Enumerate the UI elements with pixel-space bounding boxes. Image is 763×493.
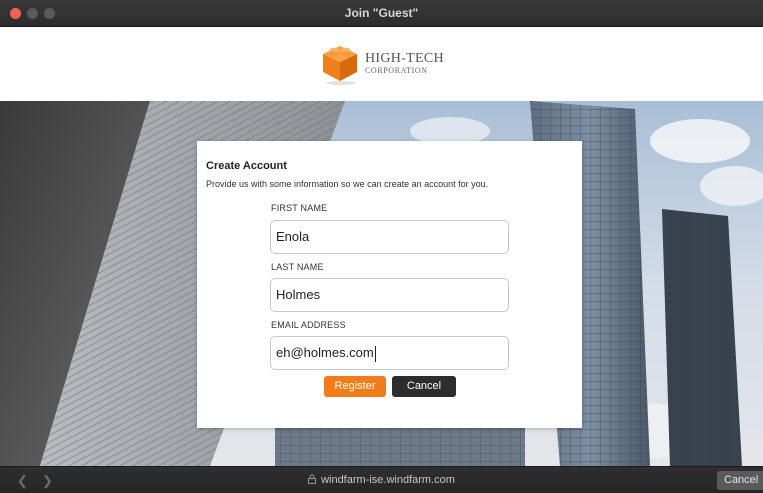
window-title: Join "Guest" — [344, 6, 419, 20]
text-caret — [374, 345, 376, 362]
first-name-label: FIRST NAME — [271, 203, 328, 213]
first-name-input[interactable]: Enola — [270, 220, 509, 254]
page-header: HIGH-TECH CORPORATION — [0, 27, 763, 101]
register-button[interactable]: Register — [324, 376, 386, 397]
title-bar: Join "Guest" — [0, 0, 763, 27]
email-input[interactable]: eh@holmes.com — [270, 336, 509, 370]
logo-name: HIGH-TECH — [365, 51, 444, 66]
lock-icon — [308, 474, 317, 485]
bottom-bar: ❮ ❯ windfarm-ise.windfarm.com Cancel — [0, 466, 763, 493]
card-title: Create Account — [206, 160, 287, 172]
logo-subname: CORPORATION — [365, 66, 428, 75]
url-text: windfarm-ise.windfarm.com — [321, 474, 455, 486]
last-name-label: LAST NAME — [271, 262, 324, 272]
brick-logo-icon — [323, 46, 357, 85]
last-name-value: Holmes — [276, 287, 321, 302]
email-value: eh@holmes.com — [276, 345, 374, 360]
card-subtitle: Provide us with some information so we c… — [206, 179, 489, 189]
create-account-card: Create Account Provide us with some info… — [197, 141, 582, 428]
cancel-button[interactable]: Cancel — [392, 376, 456, 397]
email-label: EMAIL ADDRESS — [271, 320, 346, 330]
first-name-value: Enola — [276, 229, 310, 244]
company-logo-text: HIGH-TECH CORPORATION — [365, 51, 444, 76]
url-display: windfarm-ise.windfarm.com — [0, 474, 763, 486]
last-name-input[interactable]: Holmes — [270, 278, 509, 312]
browser-window: Join "Guest" HIGH-TECH CORPORATION Creat… — [0, 0, 763, 493]
bottom-cancel-button[interactable]: Cancel — [717, 471, 763, 490]
